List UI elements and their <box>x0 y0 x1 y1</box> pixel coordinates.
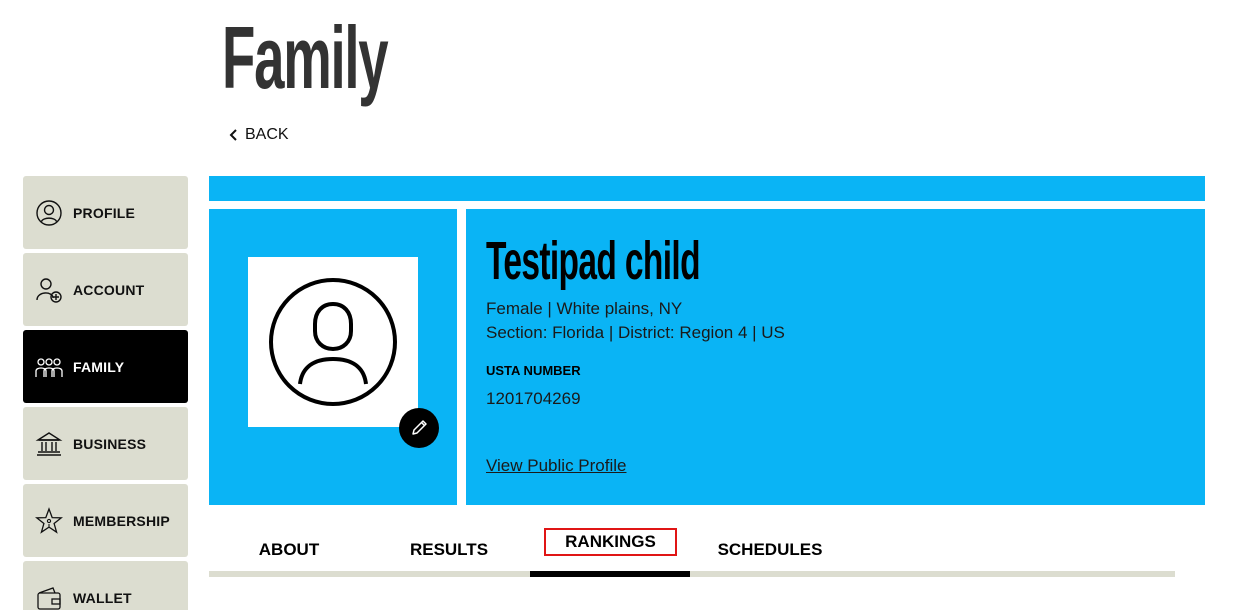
bank-icon <box>35 430 63 458</box>
sidebar-item-label: ACCOUNT <box>73 281 145 298</box>
tab-about[interactable]: ABOUT <box>239 528 339 571</box>
star-icon <box>35 506 63 535</box>
sidebar-item-account[interactable]: ACCOUNT <box>23 253 188 326</box>
sidebar-item-membership[interactable]: MEMBERSHIP <box>23 484 188 557</box>
tab-track <box>209 571 1175 577</box>
sidebar-item-profile[interactable]: PROFILE <box>23 176 188 249</box>
family-icon <box>35 353 63 381</box>
account-add-icon <box>35 276 63 304</box>
view-public-profile-link[interactable]: View Public Profile <box>486 456 626 476</box>
tab-schedules[interactable]: SCHEDULES <box>705 528 835 571</box>
player-gender-location: Female | White plains, NY <box>486 299 683 318</box>
sidebar-item-wallet[interactable]: WALLET <box>23 561 188 610</box>
pencil-icon <box>412 420 427 435</box>
sidebar-item-label: MEMBERSHIP <box>73 512 170 529</box>
profile-banner <box>209 176 1205 201</box>
usta-number-value: 1201704269 <box>486 389 581 408</box>
avatar-panel <box>209 209 457 505</box>
sidebar-item-label: PROFILE <box>73 204 136 221</box>
sidebar-item-business[interactable]: BUSINESS <box>23 407 188 480</box>
tab-results[interactable]: RESULTS <box>399 528 499 571</box>
user-avatar-icon <box>269 278 397 406</box>
player-info-panel: Testipad child Female | White plains, NY… <box>466 209 1205 505</box>
wallet-icon <box>35 584 63 610</box>
sidebar-item-label: FAMILY <box>73 358 125 375</box>
back-label: BACK <box>245 126 289 143</box>
profile-icon <box>35 199 63 227</box>
page-title: Family <box>222 8 389 107</box>
avatar <box>248 257 418 427</box>
sidebar-item-family[interactable]: FAMILY <box>23 330 188 403</box>
tab-rankings[interactable]: RANKINGS <box>544 528 677 556</box>
profile-tabs: ABOUT RESULTS RANKINGS SCHEDULES <box>209 528 1175 577</box>
player-section-district: Section: Florida | District: Region 4 | … <box>486 323 785 342</box>
tab-active-indicator <box>530 571 690 577</box>
player-name: Testipad child <box>486 231 701 291</box>
sidebar-item-label: BUSINESS <box>73 435 147 452</box>
usta-number-label: USTA NUMBER <box>486 363 581 378</box>
back-link[interactable]: BACK <box>229 126 289 144</box>
chevron-left-icon <box>229 129 237 141</box>
edit-avatar-button[interactable] <box>399 408 439 448</box>
sidebar-item-label: WALLET <box>73 589 132 606</box>
